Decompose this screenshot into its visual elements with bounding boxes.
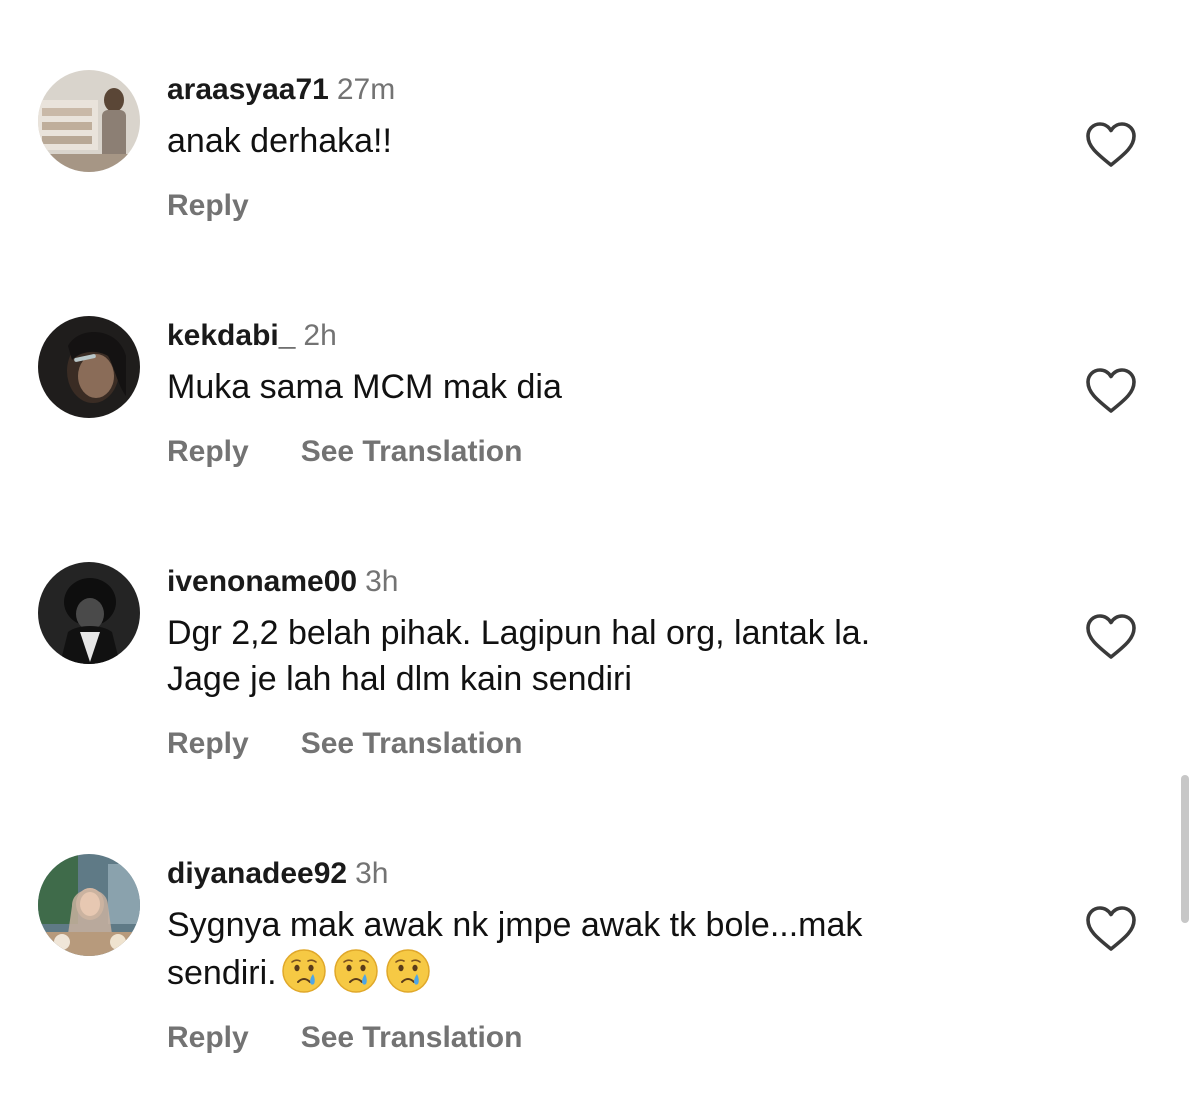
comment-actions: Reply See Translation <box>167 432 1047 472</box>
comment-body: kekdabi_ 2h Muka sama MCM mak dia Reply Se… <box>167 316 1047 472</box>
comment-text-content: Sygnya mak awak nk jmpe awak tk bole...m… <box>167 906 863 992</box>
reply-button[interactable]: Reply <box>167 189 249 222</box>
comment-body: ivenoname00 3h Dgr 2,2 belah pihak. Lagip… <box>167 562 1047 764</box>
see-translation-button[interactable]: See Translation <box>301 1021 523 1054</box>
timestamp: 27m <box>336 73 396 106</box>
comment-meta: diyanadee92 3h <box>167 854 1047 894</box>
crying-face-icon <box>281 949 326 993</box>
comment-text: Sygnya mak awak nk jmpe awak tk bole...m… <box>167 902 1047 996</box>
reply-button[interactable]: Reply <box>167 435 249 468</box>
avatar-image <box>38 316 140 418</box>
comment-text: Dgr 2,2 belah pihak. Lagipun hal org, la… <box>167 614 871 698</box>
avatar-image <box>38 854 140 956</box>
username[interactable]: kekdabi_ <box>167 319 295 352</box>
timestamp: 3h <box>365 565 399 598</box>
see-translation-button[interactable]: See Translation <box>301 435 523 468</box>
username[interactable]: araasyaa71 <box>167 73 329 106</box>
avatar[interactable] <box>38 70 140 172</box>
reply-button[interactable]: Reply <box>167 727 249 760</box>
avatar-image <box>38 70 140 172</box>
username[interactable]: diyanadee92 <box>167 857 347 890</box>
like-button[interactable] <box>1084 120 1138 170</box>
comment-text: anak derhaka!! <box>167 122 392 160</box>
heart-outline-icon <box>1086 122 1136 167</box>
timestamp: 3h <box>355 857 389 890</box>
crying-face-icon <box>333 949 378 993</box>
timestamp: 2h <box>303 319 337 352</box>
comment-actions: Reply <box>167 186 1047 226</box>
see-translation-button[interactable]: See Translation <box>301 727 523 760</box>
like-button[interactable] <box>1084 612 1138 662</box>
avatar[interactable] <box>38 854 140 956</box>
comment-meta: kekdabi_ 2h <box>167 316 1047 356</box>
comment-text: Muka sama MCM mak dia <box>167 368 562 406</box>
comment-actions: Reply See Translation <box>167 724 1047 764</box>
like-button[interactable] <box>1084 366 1138 416</box>
crying-face-icon <box>385 949 430 993</box>
comments-list: araasyaa71 27m anak derhaka!! Reply kekd… <box>0 0 1200 1099</box>
heart-outline-icon <box>1086 368 1136 413</box>
avatar[interactable] <box>38 316 140 418</box>
scrollbar[interactable] <box>1181 775 1189 923</box>
comment-actions: Reply See Translation <box>167 1018 1047 1058</box>
avatar-image <box>38 562 140 664</box>
comment-body: araasyaa71 27m anak derhaka!! Reply <box>167 70 1047 226</box>
heart-outline-icon <box>1086 906 1136 951</box>
avatar[interactable] <box>38 562 140 664</box>
comment-meta: araasyaa71 27m <box>167 70 1047 110</box>
username[interactable]: ivenoname00 <box>167 565 357 598</box>
comment-body: diyanadee92 3h Sygnya mak awak nk jmpe aw… <box>167 854 1047 1058</box>
heart-outline-icon <box>1086 614 1136 659</box>
emoji-group <box>281 948 431 994</box>
reply-button[interactable]: Reply <box>167 1021 249 1054</box>
like-button[interactable] <box>1084 904 1138 954</box>
comment-meta: ivenoname00 3h <box>167 562 1047 602</box>
